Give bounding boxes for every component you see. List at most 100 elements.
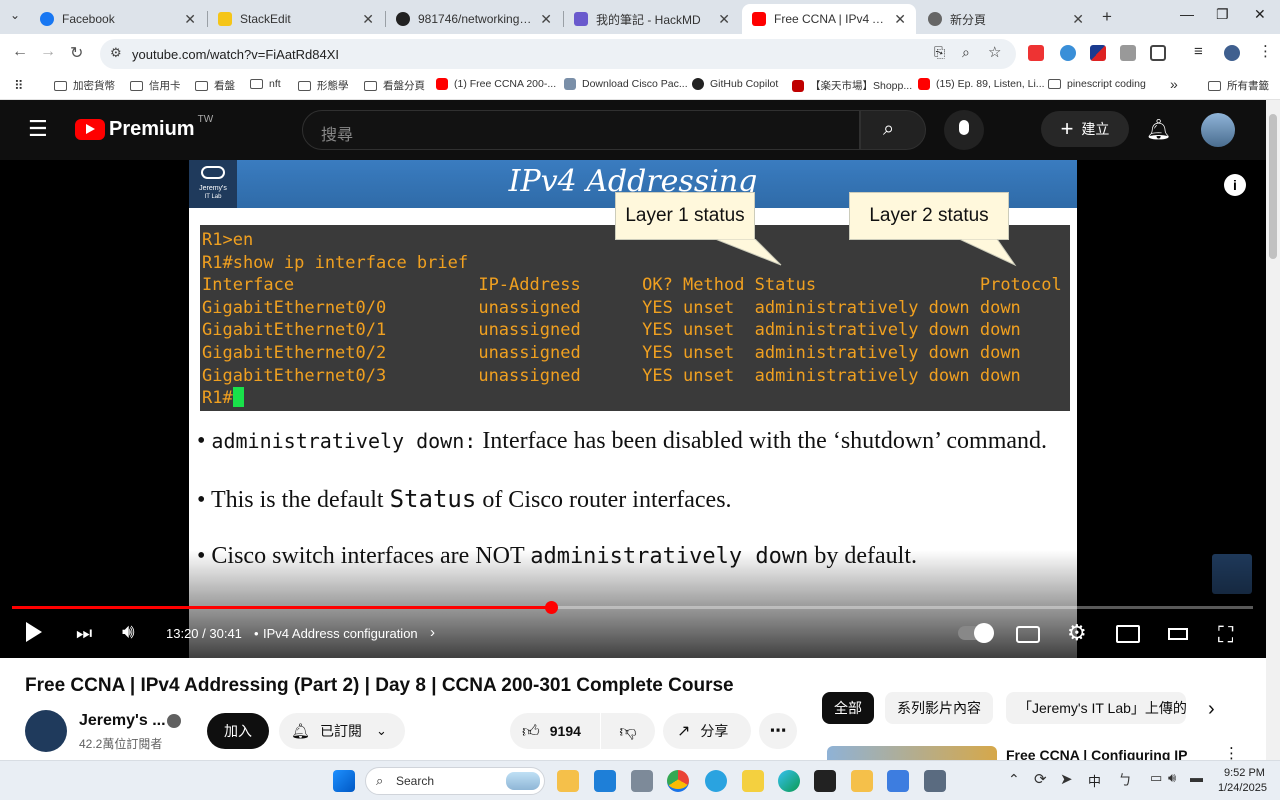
bookmarks-more-button[interactable]: » bbox=[1170, 76, 1178, 92]
tab-facebook[interactable]: Facebook ✕ bbox=[30, 4, 206, 34]
scrollbar-thumb[interactable] bbox=[1269, 114, 1277, 259]
taskbar-search-box[interactable]: ⌕ Search bbox=[365, 767, 545, 795]
clock-date[interactable]: 1/24/2025 bbox=[1218, 782, 1267, 794]
tray-location-icon[interactable]: ➤ bbox=[1060, 770, 1073, 788]
youtube-logo[interactable]: Premium TW bbox=[75, 114, 213, 141]
all-bookmarks-folder[interactable]: 所有書籤 bbox=[1208, 78, 1269, 93]
search-input[interactable]: 搜尋 bbox=[321, 121, 353, 145]
tray-ime-mode-icon[interactable]: ㄅ bbox=[1118, 770, 1132, 790]
apps-grid-icon[interactable]: ⠿ bbox=[14, 78, 24, 94]
file-explorer-icon[interactable] bbox=[557, 770, 579, 792]
tray-battery-icon[interactable]: ▬ bbox=[1190, 770, 1203, 785]
edge-icon[interactable] bbox=[778, 770, 800, 792]
bookmark-link[interactable]: (15) Ep. 89, Listen, Li... bbox=[918, 78, 1045, 90]
extension-flag-icon[interactable] bbox=[1090, 45, 1106, 61]
tab-stackedit[interactable]: StackEdit ✕ bbox=[208, 4, 384, 34]
bookmark-folder[interactable]: 看盤分頁 bbox=[364, 78, 425, 93]
back-arrow-icon[interactable]: ← bbox=[12, 43, 28, 61]
tab-youtube-active[interactable]: Free CCNA | IPv4 Addressin ✕ bbox=[742, 4, 916, 34]
chapter-title[interactable]: IPv4 Address configuration bbox=[263, 626, 418, 641]
tray-sync-icon[interactable]: ⟳ bbox=[1034, 770, 1047, 788]
subtitles-icon[interactable] bbox=[1016, 626, 1040, 643]
media-control-icon[interactable]: ≡ bbox=[1194, 43, 1203, 60]
bookmark-folder[interactable]: pinescript coding bbox=[1048, 78, 1146, 90]
bookmark-link[interactable]: GitHub Copilot bbox=[692, 78, 778, 90]
video-info-icon[interactable]: i bbox=[1224, 174, 1246, 196]
video-player[interactable]: Jeremy's IT Lab IPv4 Addressing R1>en R1… bbox=[0, 160, 1266, 658]
volume-icon[interactable]: 🔊︎ bbox=[122, 621, 135, 644]
bookmark-link[interactable]: 【楽天市場】Shopp... bbox=[792, 78, 912, 93]
chip-all[interactable]: 全部 bbox=[822, 692, 874, 724]
create-button[interactable]: + 建立 bbox=[1041, 111, 1129, 147]
next-video-thumbnail[interactable] bbox=[827, 746, 997, 760]
search-box[interactable]: 搜尋 bbox=[302, 110, 860, 150]
notifications-bell-icon[interactable]: 🔔︎ bbox=[1146, 117, 1171, 142]
theater-mode-icon[interactable] bbox=[1168, 628, 1188, 640]
extension-box-icon[interactable] bbox=[1120, 45, 1136, 61]
channel-name[interactable]: Jeremy's ... bbox=[79, 712, 166, 730]
chip-uploads[interactable]: 「Jeremy's IT Lab」上傳的 bbox=[1006, 692, 1186, 724]
hamburger-menu-icon[interactable]: ☰ bbox=[28, 116, 48, 142]
miniplayer-icon[interactable] bbox=[1116, 625, 1140, 643]
app-yellow-icon[interactable] bbox=[742, 770, 764, 792]
settings-gear-icon[interactable]: ⚙ bbox=[1067, 620, 1087, 646]
channel-avatar[interactable] bbox=[25, 710, 67, 752]
folder-icon[interactable] bbox=[851, 770, 873, 792]
bookmark-folder[interactable]: 形態學 bbox=[298, 78, 349, 93]
join-button[interactable]: 加入 bbox=[207, 713, 269, 749]
like-button[interactable]: 👍︎ 9194 bbox=[510, 713, 600, 749]
bookmark-folder[interactable]: 加密貨幣 bbox=[54, 78, 115, 93]
new-tab-plus-icon[interactable]: + bbox=[1102, 7, 1112, 27]
site-info-icon[interactable]: ⚙ bbox=[110, 45, 122, 61]
tab-github[interactable]: 981746/networking-funda ✕ bbox=[386, 4, 562, 34]
voice-search-button[interactable] bbox=[944, 110, 984, 150]
forward-arrow-icon[interactable]: → bbox=[40, 43, 56, 61]
tab-new-tab[interactable]: 新分頁 ✕ bbox=[918, 4, 1094, 34]
more-actions-button[interactable]: ⋯ bbox=[759, 713, 797, 749]
zoom-icon[interactable]: ⌕ bbox=[962, 44, 970, 61]
extensions-puzzle-icon[interactable] bbox=[1150, 45, 1166, 61]
telegram-icon[interactable] bbox=[705, 770, 727, 792]
extension-new-icon[interactable] bbox=[1028, 45, 1044, 61]
fullscreen-icon[interactable]: ⛶ bbox=[1218, 622, 1233, 648]
bookmark-link[interactable]: (1) Free CCNA 200-... bbox=[436, 78, 556, 90]
chrome-menu-icon[interactable]: ⋮ bbox=[1258, 42, 1273, 60]
tray-display-icon[interactable]: ▭ bbox=[1150, 770, 1162, 786]
autoplay-toggle[interactable] bbox=[958, 623, 994, 643]
bookmark-folder[interactable]: 信用卡 bbox=[130, 78, 181, 93]
close-icon[interactable]: ✕ bbox=[718, 11, 730, 28]
ime-indicator[interactable]: 中 bbox=[1088, 771, 1101, 790]
bookmark-star-icon[interactable]: ☆ bbox=[988, 43, 1001, 61]
app-grey-icon[interactable] bbox=[631, 770, 653, 792]
tray-volume-icon[interactable]: 🔊︎ bbox=[1168, 770, 1176, 786]
close-icon[interactable]: ✕ bbox=[540, 11, 552, 28]
search-button[interactable]: ⌕ bbox=[860, 110, 926, 150]
windows-start-icon[interactable] bbox=[333, 770, 355, 792]
play-icon[interactable] bbox=[26, 622, 42, 642]
chapter-chevron-icon[interactable]: › bbox=[430, 624, 435, 641]
chips-next-chevron-icon[interactable]: › bbox=[1208, 698, 1215, 721]
close-icon[interactable]: ✕ bbox=[362, 11, 374, 28]
clock-time[interactable]: 9:52 PM bbox=[1224, 767, 1265, 779]
tab-search-chevron-icon[interactable]: ⌄ bbox=[10, 8, 20, 22]
url-text[interactable]: youtube.com/watch?v=FiAatRd84XI bbox=[132, 47, 339, 62]
bookmark-folder[interactable]: nft bbox=[250, 78, 281, 90]
bookmark-link[interactable]: Download Cisco Pac... bbox=[564, 78, 688, 90]
close-window-icon[interactable]: ✕ bbox=[1254, 6, 1266, 23]
chip-series[interactable]: 系列影片內容 bbox=[885, 692, 993, 724]
progress-bar[interactable] bbox=[12, 601, 1253, 614]
close-icon[interactable]: ✕ bbox=[1072, 11, 1084, 28]
install-app-icon[interactable]: ⎘ bbox=[934, 44, 945, 61]
minimize-icon[interactable]: — bbox=[1180, 6, 1194, 22]
terminal-icon[interactable] bbox=[814, 770, 836, 792]
app-blue-icon[interactable] bbox=[594, 770, 616, 792]
subscribed-button[interactable]: 🔔︎ 已訂閱 ⌄ bbox=[279, 713, 405, 749]
bookmark-folder[interactable]: 看盤 bbox=[195, 78, 235, 93]
share-button[interactable]: ↗ 分享 bbox=[663, 713, 751, 749]
progress-scrubber-handle[interactable] bbox=[544, 601, 558, 614]
profile-avatar-icon[interactable] bbox=[1224, 45, 1240, 61]
dislike-button[interactable]: 👎︎ bbox=[601, 713, 655, 749]
tab-hackmd[interactable]: 我的筆記 - HackMD ✕ bbox=[564, 4, 740, 34]
extension-vpn-icon[interactable] bbox=[1060, 45, 1076, 61]
close-icon[interactable]: ✕ bbox=[894, 11, 906, 28]
